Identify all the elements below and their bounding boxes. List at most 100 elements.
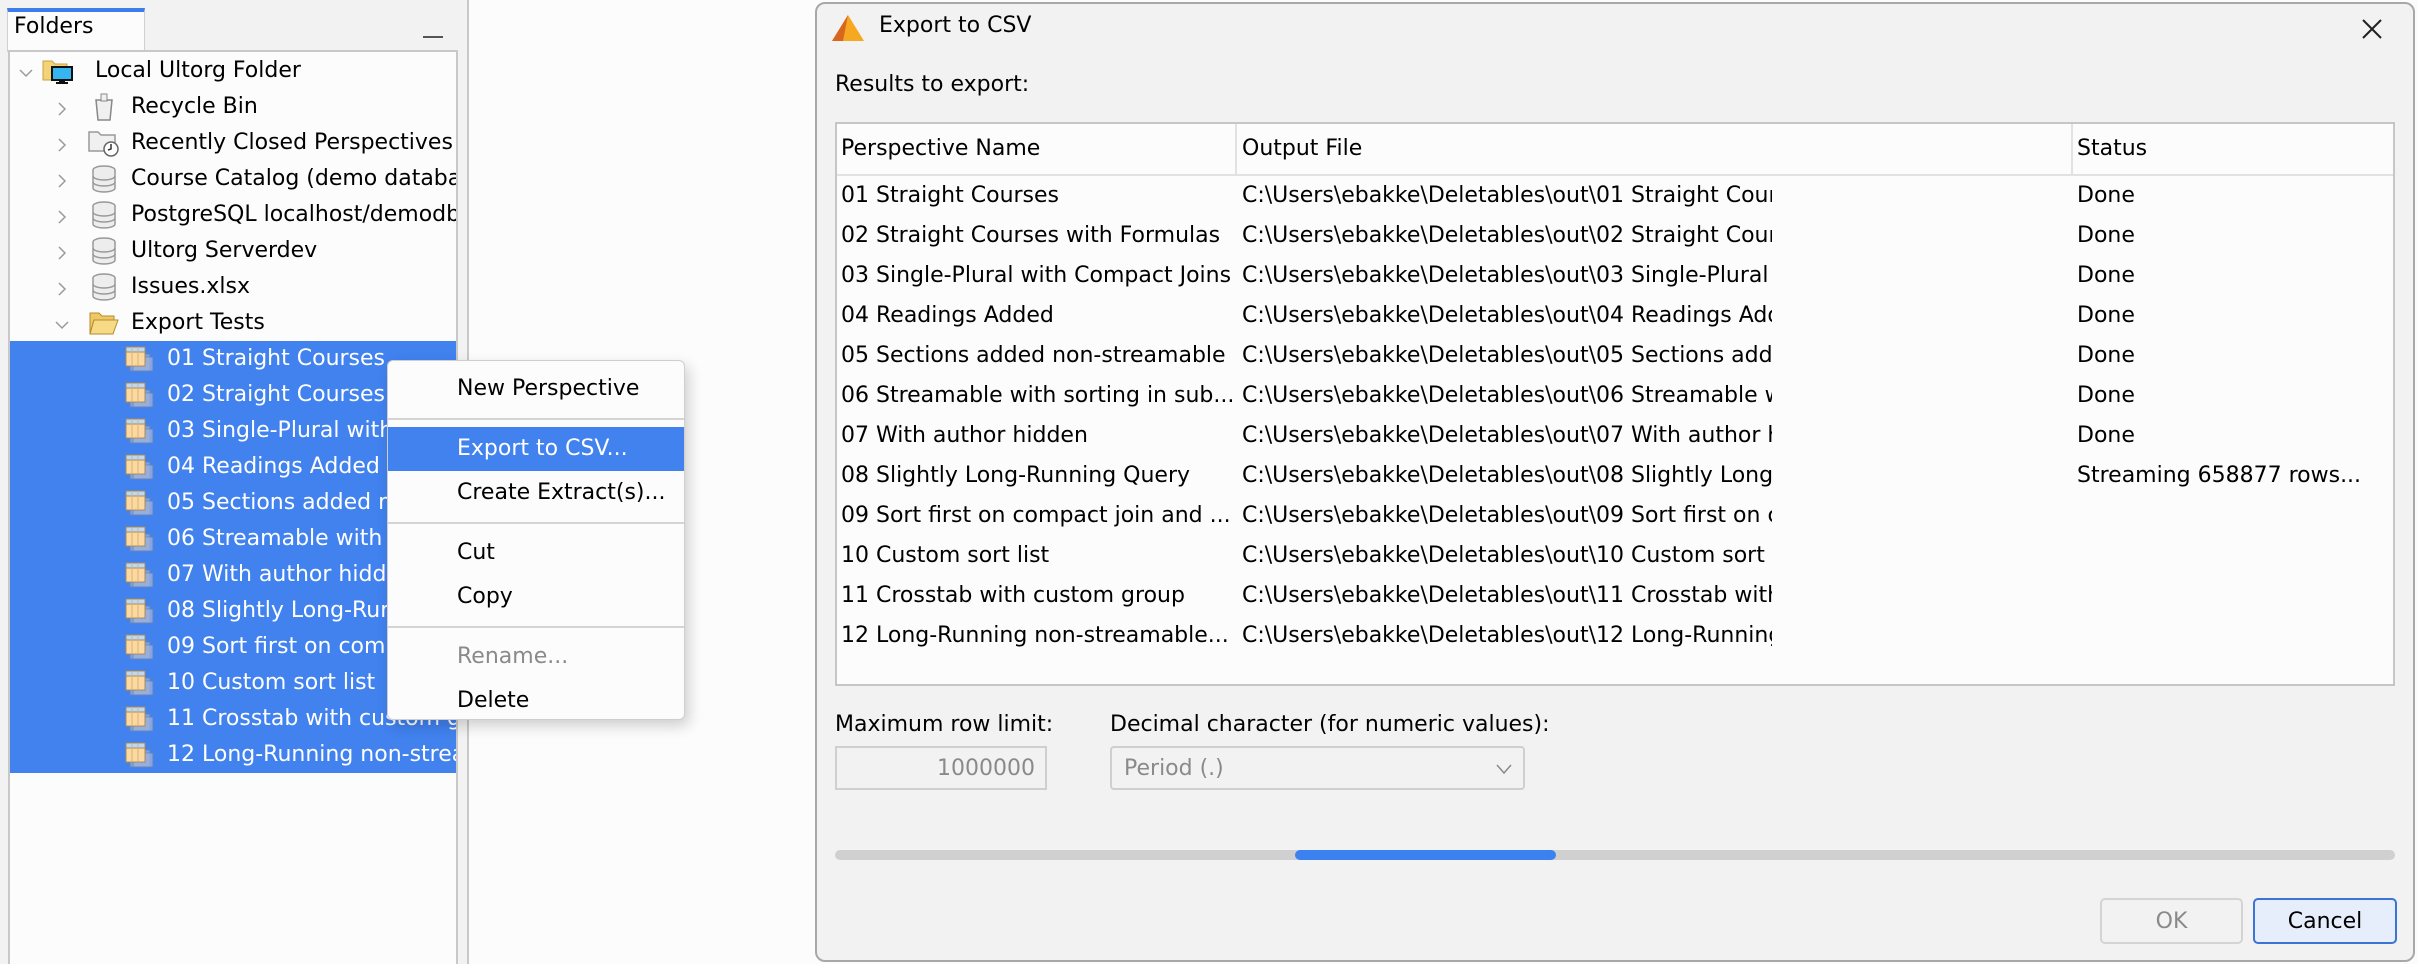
decimal-character-select[interactable]: Period (.)	[1110, 746, 1525, 790]
column-divider[interactable]	[1235, 124, 1237, 174]
tree-item[interactable]: Ultorg Serverdev	[10, 233, 456, 269]
database-icon	[88, 273, 120, 301]
status-cell: Streaming 658877 rows...	[2077, 463, 2362, 488]
perspective-icon	[123, 705, 155, 733]
decimal-character-value: Period (.)	[1124, 756, 1224, 781]
status-cell: Done	[2077, 223, 2135, 248]
tree-item[interactable]: Recently Closed Perspectives	[10, 125, 456, 161]
perspective-icon	[123, 561, 155, 589]
chevron-right-icon[interactable]	[54, 98, 70, 116]
table-row[interactable]: 04 Readings Added C:\Users\ebakke\Deletab…	[837, 297, 2393, 337]
perspective-name-cell: 06 Streamable with sorting in sub...	[841, 383, 1235, 408]
perspective-name-cell: 09 Sort first on compact join and ...	[841, 503, 1231, 528]
tree-item[interactable]: Issues.xlsx	[10, 269, 456, 305]
chevron-right-icon[interactable]	[54, 206, 70, 224]
table-row[interactable]: 03 Single-Plural with Compact Joins C:\Us…	[837, 257, 2393, 297]
close-icon[interactable]	[2357, 14, 2387, 44]
perspective-name-cell: 08 Slightly Long-Running Query	[841, 463, 1191, 488]
column-header-perspective-name[interactable]: Perspective Name	[841, 136, 1235, 161]
menu-item-label: Delete	[457, 688, 530, 713]
table-row[interactable]: 01 Straight Courses C:\Users\ebakke\Delet…	[837, 177, 2393, 217]
export-csv-dialog: Export to CSV Results to export: Perspec…	[815, 2, 2415, 962]
tree-item-label: Course Catalog (demo database)	[131, 166, 456, 191]
status-cell: Done	[2077, 383, 2135, 408]
table-row[interactable]: 10 Custom sort list C:\Users\ebakke\Delet…	[837, 537, 2393, 577]
menu-item-export-to-csv[interactable]: Export to CSV...	[388, 427, 684, 471]
perspective-name-cell: 01 Straight Courses	[841, 183, 1060, 208]
tree-item-label: 04 Readings Added	[167, 454, 380, 479]
column-header-status[interactable]: Status	[2077, 136, 2387, 161]
menu-item-copy[interactable]: Copy	[388, 575, 684, 619]
menu-separator	[388, 522, 684, 524]
results-label: Results to export:	[835, 72, 1030, 97]
menu-item-label: Rename...	[457, 644, 569, 669]
perspective-icon	[123, 633, 155, 661]
progress-indicator	[1295, 850, 1556, 860]
cancel-button[interactable]: Cancel	[2253, 898, 2397, 944]
column-divider[interactable]	[2071, 124, 2073, 174]
perspective-name-cell: 03 Single-Plural with Compact Joins	[841, 263, 1232, 288]
recycle-bin-icon	[88, 93, 120, 121]
chevron-right-icon[interactable]	[54, 278, 70, 296]
ok-button[interactable]: OK	[2100, 898, 2243, 944]
menu-item-rename: Rename...	[388, 635, 684, 679]
tree-item[interactable]: Recycle Bin	[10, 89, 456, 125]
perspective-icon	[123, 597, 155, 625]
tree-item[interactable]: Export Tests	[10, 305, 456, 341]
chevron-down-icon[interactable]	[54, 314, 70, 330]
menu-item-cut[interactable]: Cut	[388, 531, 684, 575]
minimize-icon[interactable]	[420, 22, 446, 42]
tree-item[interactable]: Course Catalog (demo database)	[10, 161, 456, 197]
menu-item-label: New Perspective	[457, 376, 640, 401]
table-row[interactable]: 12 Long-Running non-streamable... C:\User…	[837, 617, 2393, 657]
perspective-icon	[123, 453, 155, 481]
recent-folder-clock-icon	[88, 129, 120, 157]
chevron-down-icon[interactable]	[18, 62, 34, 78]
output-file-cell: C:\Users\ebakke\Deletables\out\01 Straig…	[1242, 183, 1772, 208]
status-cell: Done	[2077, 263, 2135, 288]
menu-item-create-extract-s[interactable]: Create Extract(s)...	[388, 471, 684, 515]
output-file-cell: C:\Users\ebakke\Deletables\out\02 Straig…	[1242, 223, 1772, 248]
row-limit-input[interactable]	[835, 746, 1047, 790]
perspective-name-cell: 11 Crosstab with custom group	[841, 583, 1185, 608]
results-table[interactable]: Perspective Name Output File Status 01 S…	[835, 122, 2395, 686]
table-row[interactable]: 05 Sections added non-streamable C:\Users…	[837, 337, 2393, 377]
table-row[interactable]: 07 With author hidden C:\Users\ebakke\Del…	[837, 417, 2393, 457]
perspective-name-cell: 10 Custom sort list	[841, 543, 1050, 568]
status-cell: Done	[2077, 183, 2135, 208]
tree-item[interactable]: PostgreSQL localhost/demodb	[10, 197, 456, 233]
table-row[interactable]: 11 Crosstab with custom group C:\Users\eb…	[837, 577, 2393, 617]
database-icon	[88, 201, 120, 229]
decimal-character-label: Decimal character (for numeric values):	[1110, 712, 1550, 737]
tree-item[interactable]: Local Ultorg Folder	[10, 53, 456, 89]
menu-separator	[388, 626, 684, 628]
perspective-name-cell: 07 With author hidden	[841, 423, 1088, 448]
tree-item-label: 01 Straight Courses	[167, 346, 386, 371]
output-file-cell: C:\Users\ebakke\Deletables\out\08 Slight…	[1242, 463, 1772, 488]
perspective-icon	[123, 417, 155, 445]
progress-bar	[835, 850, 2395, 860]
tree-item-label: 10 Custom sort list	[167, 670, 376, 695]
chevron-right-icon[interactable]	[54, 170, 70, 188]
output-file-cell: C:\Users\ebakke\Deletables\out\07 With a…	[1242, 423, 1772, 448]
menu-item-new-perspective[interactable]: New Perspective	[388, 367, 684, 411]
database-icon	[88, 237, 120, 265]
chevron-right-icon[interactable]	[54, 242, 70, 260]
table-row[interactable]: 02 Straight Courses with Formulas C:\User…	[837, 217, 2393, 257]
output-file-cell: C:\Users\ebakke\Deletables\out\09 Sort f…	[1242, 503, 1772, 528]
output-file-cell: C:\Users\ebakke\Deletables\out\03 Single…	[1242, 263, 1772, 288]
tree-item-label: Export Tests	[131, 310, 265, 335]
perspective-name-cell: 04 Readings Added	[841, 303, 1054, 328]
table-row[interactable]: 06 Streamable with sorting in sub... C:\U…	[837, 377, 2393, 417]
menu-item-delete[interactable]: Delete	[388, 679, 684, 723]
table-row[interactable]: 08 Slightly Long-Running Query C:\Users\e…	[837, 457, 2393, 497]
row-limit-label: Maximum row limit:	[835, 712, 1054, 737]
tree-item[interactable]: 12 Long-Running non-streamable Query	[10, 737, 456, 773]
tree-item-label: Recently Closed Perspectives	[131, 130, 453, 155]
chevron-right-icon[interactable]	[54, 134, 70, 152]
table-row[interactable]: 09 Sort first on compact join and ... C:\…	[837, 497, 2393, 537]
table-header: Perspective Name Output File Status	[837, 124, 2393, 176]
dialog-title: Export to CSV	[879, 13, 1032, 38]
context-menu: New Perspective Export to CSV... Create Ex…	[387, 360, 685, 720]
column-header-output-file[interactable]: Output File	[1242, 136, 1772, 161]
